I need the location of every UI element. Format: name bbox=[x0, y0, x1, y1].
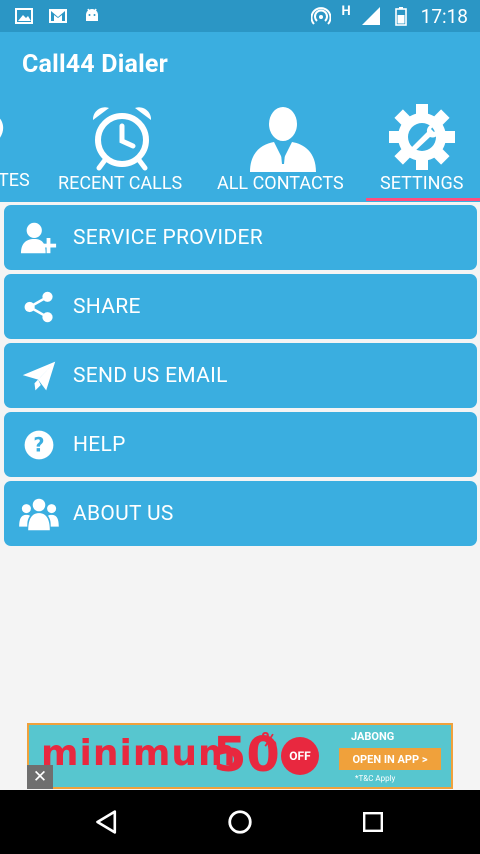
menu-item-about-us[interactable]: ABOUT US bbox=[4, 481, 477, 546]
menu-item-label: SHARE bbox=[73, 294, 141, 319]
navigation-bar bbox=[0, 790, 480, 854]
hotspot-icon bbox=[311, 7, 332, 25]
tab-recent-calls[interactable]: RECENT CALLS bbox=[52, 100, 192, 202]
question-icon: ? bbox=[18, 424, 60, 466]
network-type: H bbox=[341, 3, 351, 19]
menu-item-send-email[interactable]: SEND US EMAIL bbox=[4, 343, 477, 408]
ad-terms: *T&C Apply bbox=[355, 774, 396, 783]
ad-banner[interactable]: minimum 50 % OFF JABONG OPEN IN APP > *T… bbox=[27, 723, 453, 789]
tab-all-contacts[interactable]: ALL CONTACTS bbox=[214, 100, 354, 202]
ad-text: minimum bbox=[41, 733, 237, 774]
menu-item-label: ABOUT US bbox=[73, 501, 174, 526]
heart-icon bbox=[0, 118, 4, 138]
share-icon bbox=[18, 286, 60, 328]
status-time: 17:18 bbox=[420, 4, 468, 28]
android-icon bbox=[86, 8, 98, 21]
paper-plane-icon bbox=[18, 355, 60, 397]
ad-close-button[interactable]: ✕ bbox=[27, 765, 53, 789]
ad-off-badge: OFF bbox=[281, 737, 319, 775]
gmail-icon bbox=[49, 9, 67, 23]
person-icon bbox=[250, 107, 316, 172]
back-button[interactable] bbox=[91, 806, 123, 838]
back-icon bbox=[96, 810, 117, 834]
tab-label: TES bbox=[0, 170, 30, 191]
signal-icon bbox=[361, 7, 380, 25]
menu-item-help[interactable]: ? HELP bbox=[4, 412, 477, 477]
recents-button[interactable] bbox=[357, 806, 389, 838]
ad-brand: JABONG bbox=[351, 730, 395, 743]
tab-favourites[interactable]: TES bbox=[0, 100, 30, 202]
tab-label: SETTINGS bbox=[380, 173, 464, 194]
svg-text:?: ? bbox=[33, 433, 44, 456]
gear-wrench-icon bbox=[389, 104, 455, 170]
tab-bar: TES RECENT CALLS ALL CONTACTS SETTINGS bbox=[0, 100, 480, 202]
tab-label: ALL CONTACTS bbox=[217, 173, 344, 194]
tab-indicator bbox=[366, 198, 480, 201]
battery-icon bbox=[394, 7, 407, 26]
tab-settings[interactable]: SETTINGS bbox=[366, 100, 480, 202]
tab-label: RECENT CALLS bbox=[58, 173, 183, 194]
status-bar: H 17:18 bbox=[0, 0, 480, 32]
app-title: Call44 Dialer bbox=[22, 50, 168, 79]
menu-item-service-provider[interactable]: SERVICE PROVIDER bbox=[4, 205, 477, 270]
group-icon bbox=[18, 493, 60, 535]
home-icon bbox=[228, 810, 252, 834]
ad-percent: % bbox=[261, 729, 278, 754]
home-button[interactable] bbox=[224, 806, 256, 838]
add-user-icon bbox=[18, 217, 60, 259]
menu-item-label: SERVICE PROVIDER bbox=[73, 225, 263, 250]
app-bar: Call44 Dialer bbox=[0, 32, 480, 100]
ad-open-button[interactable]: OPEN IN APP > bbox=[339, 748, 441, 770]
alarm-clock-icon bbox=[92, 107, 152, 171]
menu-item-label: HELP bbox=[73, 432, 126, 457]
menu-item-share[interactable]: SHARE bbox=[4, 274, 477, 339]
menu-item-label: SEND US EMAIL bbox=[73, 363, 228, 388]
recents-icon bbox=[363, 812, 383, 832]
image-icon bbox=[15, 8, 33, 24]
